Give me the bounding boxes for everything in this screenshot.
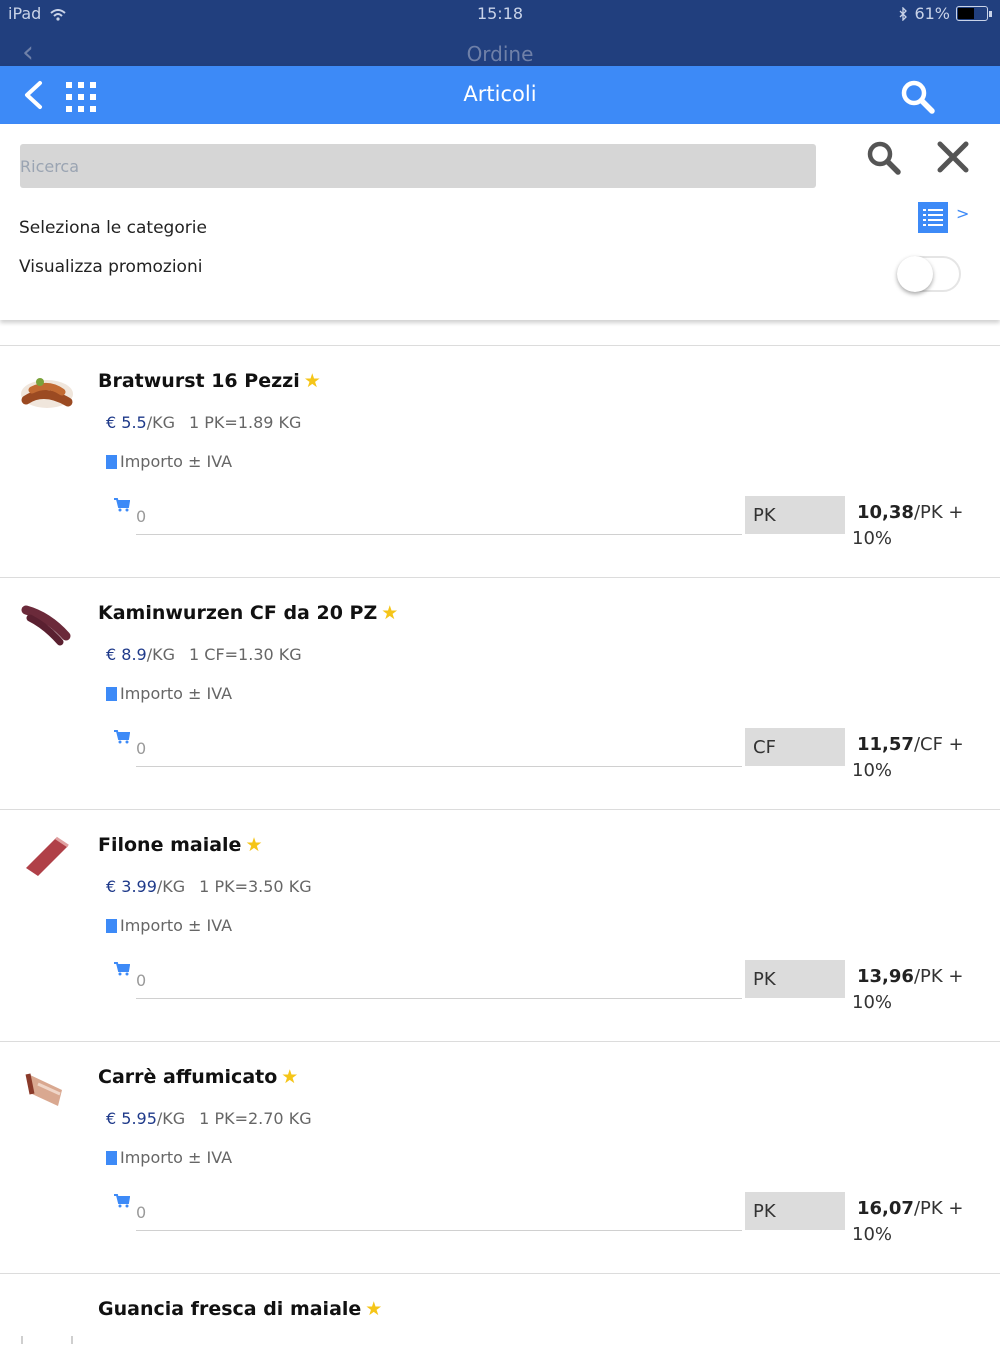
- product-image: [26, 836, 69, 876]
- star-icon: ★: [281, 1066, 299, 1088]
- calculator-icon: [106, 686, 117, 701]
- quantity-input[interactable]: [136, 730, 742, 767]
- bluetooth-icon: [899, 6, 908, 21]
- star-icon: ★: [245, 834, 263, 856]
- status-right: 61%: [898, 4, 992, 23]
- close-icon[interactable]: [936, 140, 970, 174]
- status-time: 15:18: [476, 4, 524, 23]
- list-icon[interactable]: [918, 202, 948, 233]
- battery-icon: [956, 6, 988, 21]
- calculator-icon: [106, 1150, 117, 1165]
- cart-icon: [114, 498, 130, 512]
- unit-select[interactable]: PK: [745, 960, 845, 998]
- battery-tip: [989, 10, 992, 17]
- search-input[interactable]: [20, 144, 816, 188]
- star-icon: ★: [303, 370, 321, 392]
- status-bar: iPad 15:18 61% ‹ Ordine: [0, 0, 1000, 68]
- search-icon[interactable]: [866, 140, 902, 176]
- vat-link[interactable]: Importo ± IVA: [106, 452, 232, 471]
- unit-select[interactable]: CF: [745, 728, 845, 766]
- quantity-input[interactable]: [136, 962, 742, 999]
- product-price: € 5.5/KG 1 PK=1.89 KG: [106, 413, 302, 432]
- cart-icon: [114, 730, 130, 744]
- product-price: € 3.99/KG 1 PK=3.50 KG: [106, 877, 312, 896]
- product-image: [21, 378, 73, 408]
- total-price: 10,38/PK +10%: [852, 502, 964, 549]
- search-icon[interactable]: [900, 79, 936, 115]
- quantity-input[interactable]: [136, 498, 742, 535]
- product-row: Filone maiale ★ € 3.99/KG 1 PK=3.50 KG Imp…: [0, 809, 1000, 1041]
- categories-label[interactable]: Seleziona le categorie: [19, 218, 207, 238]
- star-icon: ★: [365, 1298, 383, 1320]
- cart-icon: [114, 962, 130, 976]
- total-price: 11,57/CF +10%: [852, 734, 964, 781]
- product-name[interactable]: Carrè affumicato ★: [98, 1066, 298, 1088]
- product-row: Guancia fresca di maiale ★: [0, 1273, 1000, 1354]
- list-lines-icon: [923, 209, 943, 226]
- background-nav-title: Ordine: [466, 42, 534, 66]
- page-title: Articoli: [463, 82, 537, 106]
- unit-select[interactable]: PK: [745, 496, 845, 534]
- product-list: Bratwurst 16 Pezzi ★ € 5.5/KG 1 PK=1.89 KG…: [0, 345, 1000, 1354]
- total-price: 13,96/PK +10%: [852, 966, 964, 1013]
- navbar: Articoli: [0, 66, 1000, 124]
- calculator-icon: [106, 918, 117, 933]
- product-name[interactable]: Guancia fresca di maiale ★: [98, 1298, 382, 1320]
- unit-select[interactable]: PK: [745, 1192, 845, 1230]
- quantity-input[interactable]: [136, 1194, 742, 1231]
- toggle-knob: [897, 256, 933, 292]
- vat-link[interactable]: Importo ± IVA: [106, 1148, 232, 1167]
- product-row: Carrè affumicato ★ € 5.95/KG 1 PK=2.70 KG …: [0, 1041, 1000, 1273]
- calculator-icon: [106, 454, 117, 469]
- chevron-right-icon[interactable]: >: [956, 204, 969, 223]
- product-name[interactable]: Filone maiale ★: [98, 834, 262, 856]
- promotions-label: Visualizza promozioni: [19, 257, 203, 277]
- battery-percent: 61%: [914, 4, 950, 23]
- product-name[interactable]: Bratwurst 16 Pezzi ★: [98, 370, 321, 392]
- star-icon: ★: [381, 602, 399, 624]
- product-image: [21, 1336, 73, 1344]
- product-row: Kaminwurzen CF da 20 PZ ★ € 8.9/KG 1 CF=1.…: [0, 577, 1000, 809]
- filter-panel: Seleziona le categorie > Visualizza prom…: [0, 124, 1000, 320]
- product-row: Bratwurst 16 Pezzi ★ € 5.5/KG 1 PK=1.89 KG…: [0, 345, 1000, 577]
- product-price: € 5.95/KG 1 PK=2.70 KG: [106, 1109, 312, 1128]
- product-name[interactable]: Kaminwurzen CF da 20 PZ ★: [98, 602, 398, 624]
- vat-link[interactable]: Importo ± IVA: [106, 916, 232, 935]
- product-image: [21, 605, 71, 646]
- product-price: € 8.9/KG 1 CF=1.30 KG: [106, 645, 302, 664]
- promotions-toggle[interactable]: [897, 256, 961, 292]
- vat-link[interactable]: Importo ± IVA: [106, 684, 232, 703]
- product-image: [25, 1073, 62, 1106]
- total-price: 16,07/PK +10%: [852, 1198, 964, 1245]
- cart-icon: [114, 1194, 130, 1208]
